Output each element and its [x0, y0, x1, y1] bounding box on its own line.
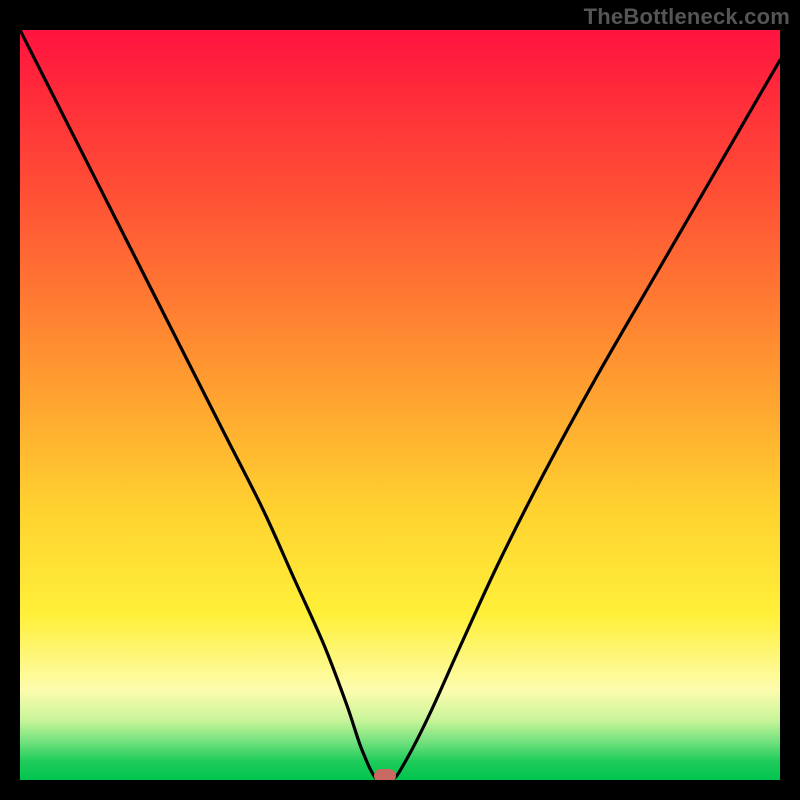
chart-frame: TheBottleneck.com: [0, 0, 800, 800]
minimum-marker: [374, 769, 396, 780]
plot-area: [20, 30, 780, 780]
watermark-text: TheBottleneck.com: [584, 4, 790, 30]
bottleneck-curve: [20, 30, 780, 780]
